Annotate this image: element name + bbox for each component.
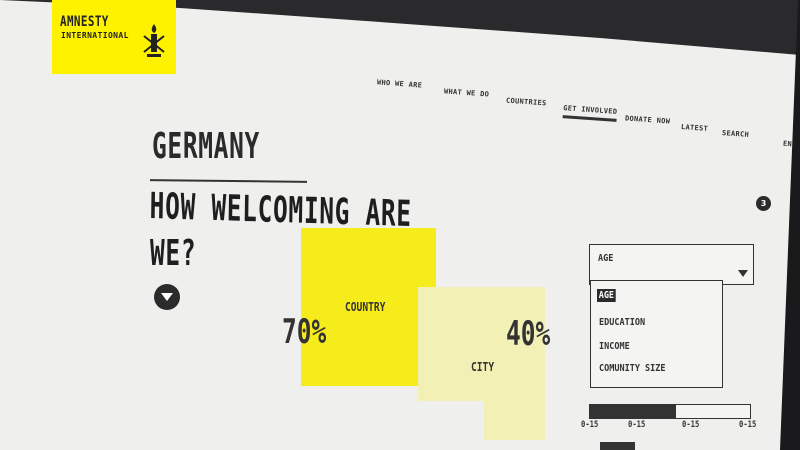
title-divider <box>149 179 308 183</box>
filter-dropdown: AGE EDUCATION INCOME COMUNITY SIZE <box>590 280 723 388</box>
range-tick: 0-15 <box>581 420 599 430</box>
nav-search[interactable]: SEARCH <box>722 129 750 139</box>
scroll-down-icon[interactable] <box>154 284 180 310</box>
nav-latest[interactable]: LATEST <box>681 123 709 133</box>
filter-option-income[interactable]: INCOME <box>599 341 630 352</box>
country-label: COUNTRY <box>345 300 386 314</box>
city-label: CITY <box>471 360 495 374</box>
range-tick: 0-15 <box>739 420 757 430</box>
filter-selected-value: AGE <box>598 253 614 264</box>
page-title-line2: WE? <box>150 233 197 274</box>
city-box-extension <box>484 400 545 440</box>
page-title-line1: HOW WELCOMING ARE <box>149 186 413 236</box>
projected-screen: AMNESTY INTERNATIONAL WHO WE ARE WHAT WE… <box>0 0 800 450</box>
chevron-down-icon[interactable] <box>738 270 748 277</box>
nav-get-involved[interactable]: GET INVOLVED <box>562 104 618 122</box>
country-title: GERMANY <box>152 126 260 167</box>
range-tick: 0-15 <box>628 420 646 430</box>
nav-language[interactable]: EN <box>783 140 793 149</box>
city-percentage: 40% <box>506 314 551 354</box>
range-bar[interactable] <box>589 404 751 419</box>
filter-select[interactable]: AGE <box>589 244 754 285</box>
nav-who-we-are[interactable]: WHO WE ARE <box>377 78 423 89</box>
range-bar-fill <box>590 405 677 418</box>
nav-what-we-do[interactable]: WHAT WE DO <box>444 87 490 98</box>
filter-option-age[interactable]: AGE <box>597 289 616 302</box>
info-badge[interactable]: 3 <box>756 196 771 211</box>
country-percentage: 70% <box>282 312 327 352</box>
main-nav: WHO WE ARE WHAT WE DO COUNTRIES GET INVO… <box>0 0 800 160</box>
filter-option-education[interactable]: EDUCATION <box>599 317 645 328</box>
cut-off-element <box>600 442 635 450</box>
nav-countries[interactable]: COUNTRIES <box>506 97 547 108</box>
nav-donate-now[interactable]: DONATE NOW <box>625 114 671 125</box>
filter-option-community-size[interactable]: COMUNITY SIZE <box>599 363 666 374</box>
range-tick: 0-15 <box>682 420 700 430</box>
